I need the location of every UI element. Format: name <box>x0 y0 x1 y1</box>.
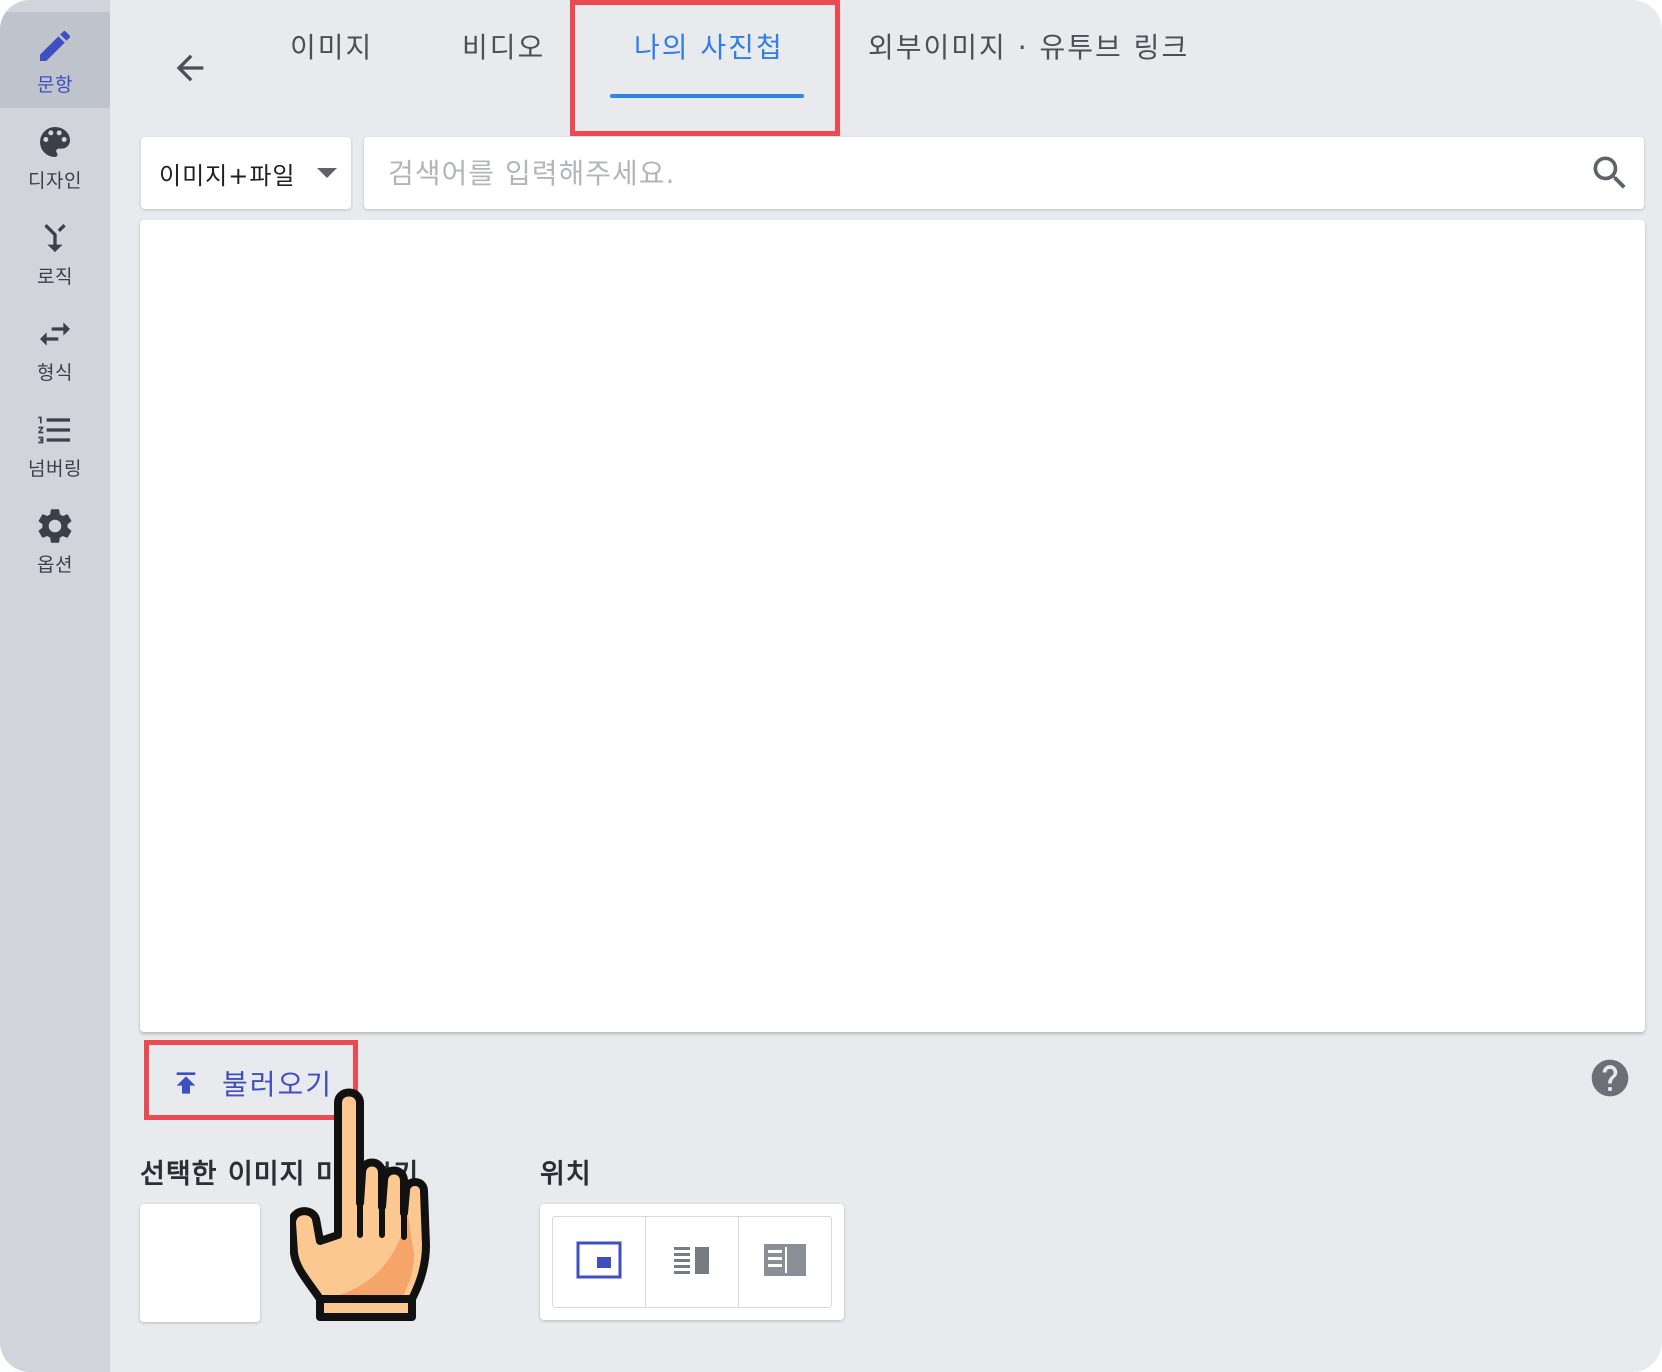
type-select-value: 이미지+파일 <box>159 161 296 190</box>
help-icon[interactable] <box>1588 1056 1632 1100</box>
tab-external-image-youtube[interactable]: 외부이미지 · 유투브 링크 <box>868 26 1189 72</box>
sidebar: 문항 디자인 로직 형식 넘버링 옵션 <box>0 0 110 1372</box>
upload-icon <box>166 1063 206 1103</box>
position-options <box>540 1204 844 1320</box>
merge-icon <box>33 216 77 260</box>
sidebar-item-format[interactable]: 형식 <box>0 300 110 396</box>
position-option-right[interactable] <box>646 1217 739 1307</box>
arrow-left-icon <box>170 48 210 92</box>
pencil-icon <box>33 24 77 68</box>
sidebar-item-label: 옵션 <box>37 553 73 576</box>
tab-video[interactable]: 비디오 <box>462 26 545 72</box>
sidebar-item-label: 문항 <box>37 73 73 96</box>
search-input[interactable] <box>388 147 1538 199</box>
active-tab-indicator <box>610 94 804 98</box>
palette-icon <box>33 120 77 164</box>
upload-button[interactable]: 불러오기 <box>150 1050 350 1116</box>
sidebar-item-label: 디자인 <box>28 169 82 192</box>
sidebar-item-design[interactable]: 디자인 <box>0 108 110 204</box>
gear-icon <box>33 504 77 548</box>
position-label: 위치 <box>540 1159 592 1190</box>
type-select[interactable]: 이미지+파일 <box>141 137 351 209</box>
caret-down-icon <box>317 168 337 178</box>
tab-my-album[interactable]: 나의 사진첩 <box>634 26 784 72</box>
sidebar-item-logic[interactable]: 로직 <box>0 204 110 300</box>
search-box <box>364 137 1644 209</box>
pointing-hand-icon <box>290 1088 430 1321</box>
selected-image-preview <box>140 1204 260 1322</box>
search-icon[interactable] <box>1588 151 1632 195</box>
back-button[interactable] <box>160 44 220 96</box>
sidebar-item-label: 넘버링 <box>28 457 82 480</box>
swap-arrows-icon <box>33 312 77 356</box>
app-frame: 문항 디자인 로직 형식 넘버링 옵션 이미지 비디오 나의 사진첩 외부이미지… <box>0 0 1662 1372</box>
position-option-left[interactable] <box>739 1217 831 1307</box>
position-option-inline[interactable] <box>553 1217 646 1307</box>
numbered-list-icon <box>33 408 77 452</box>
photo-gallery <box>140 220 1645 1032</box>
image-right-text-icon <box>672 1243 712 1281</box>
sidebar-item-numbering[interactable]: 넘버링 <box>0 396 110 492</box>
preview-label: 선택한 이미지 미리보기 <box>140 1159 420 1190</box>
sidebar-item-question[interactable]: 문항 <box>0 12 110 108</box>
image-left-text-icon <box>762 1242 808 1282</box>
sidebar-item-label: 로직 <box>37 265 73 288</box>
tab-image[interactable]: 이미지 <box>290 26 373 72</box>
sidebar-item-label: 형식 <box>37 361 73 384</box>
image-inline-icon <box>576 1240 622 1284</box>
upload-button-label: 불러오기 <box>222 1068 334 1101</box>
sidebar-item-options[interactable]: 옵션 <box>0 492 110 588</box>
